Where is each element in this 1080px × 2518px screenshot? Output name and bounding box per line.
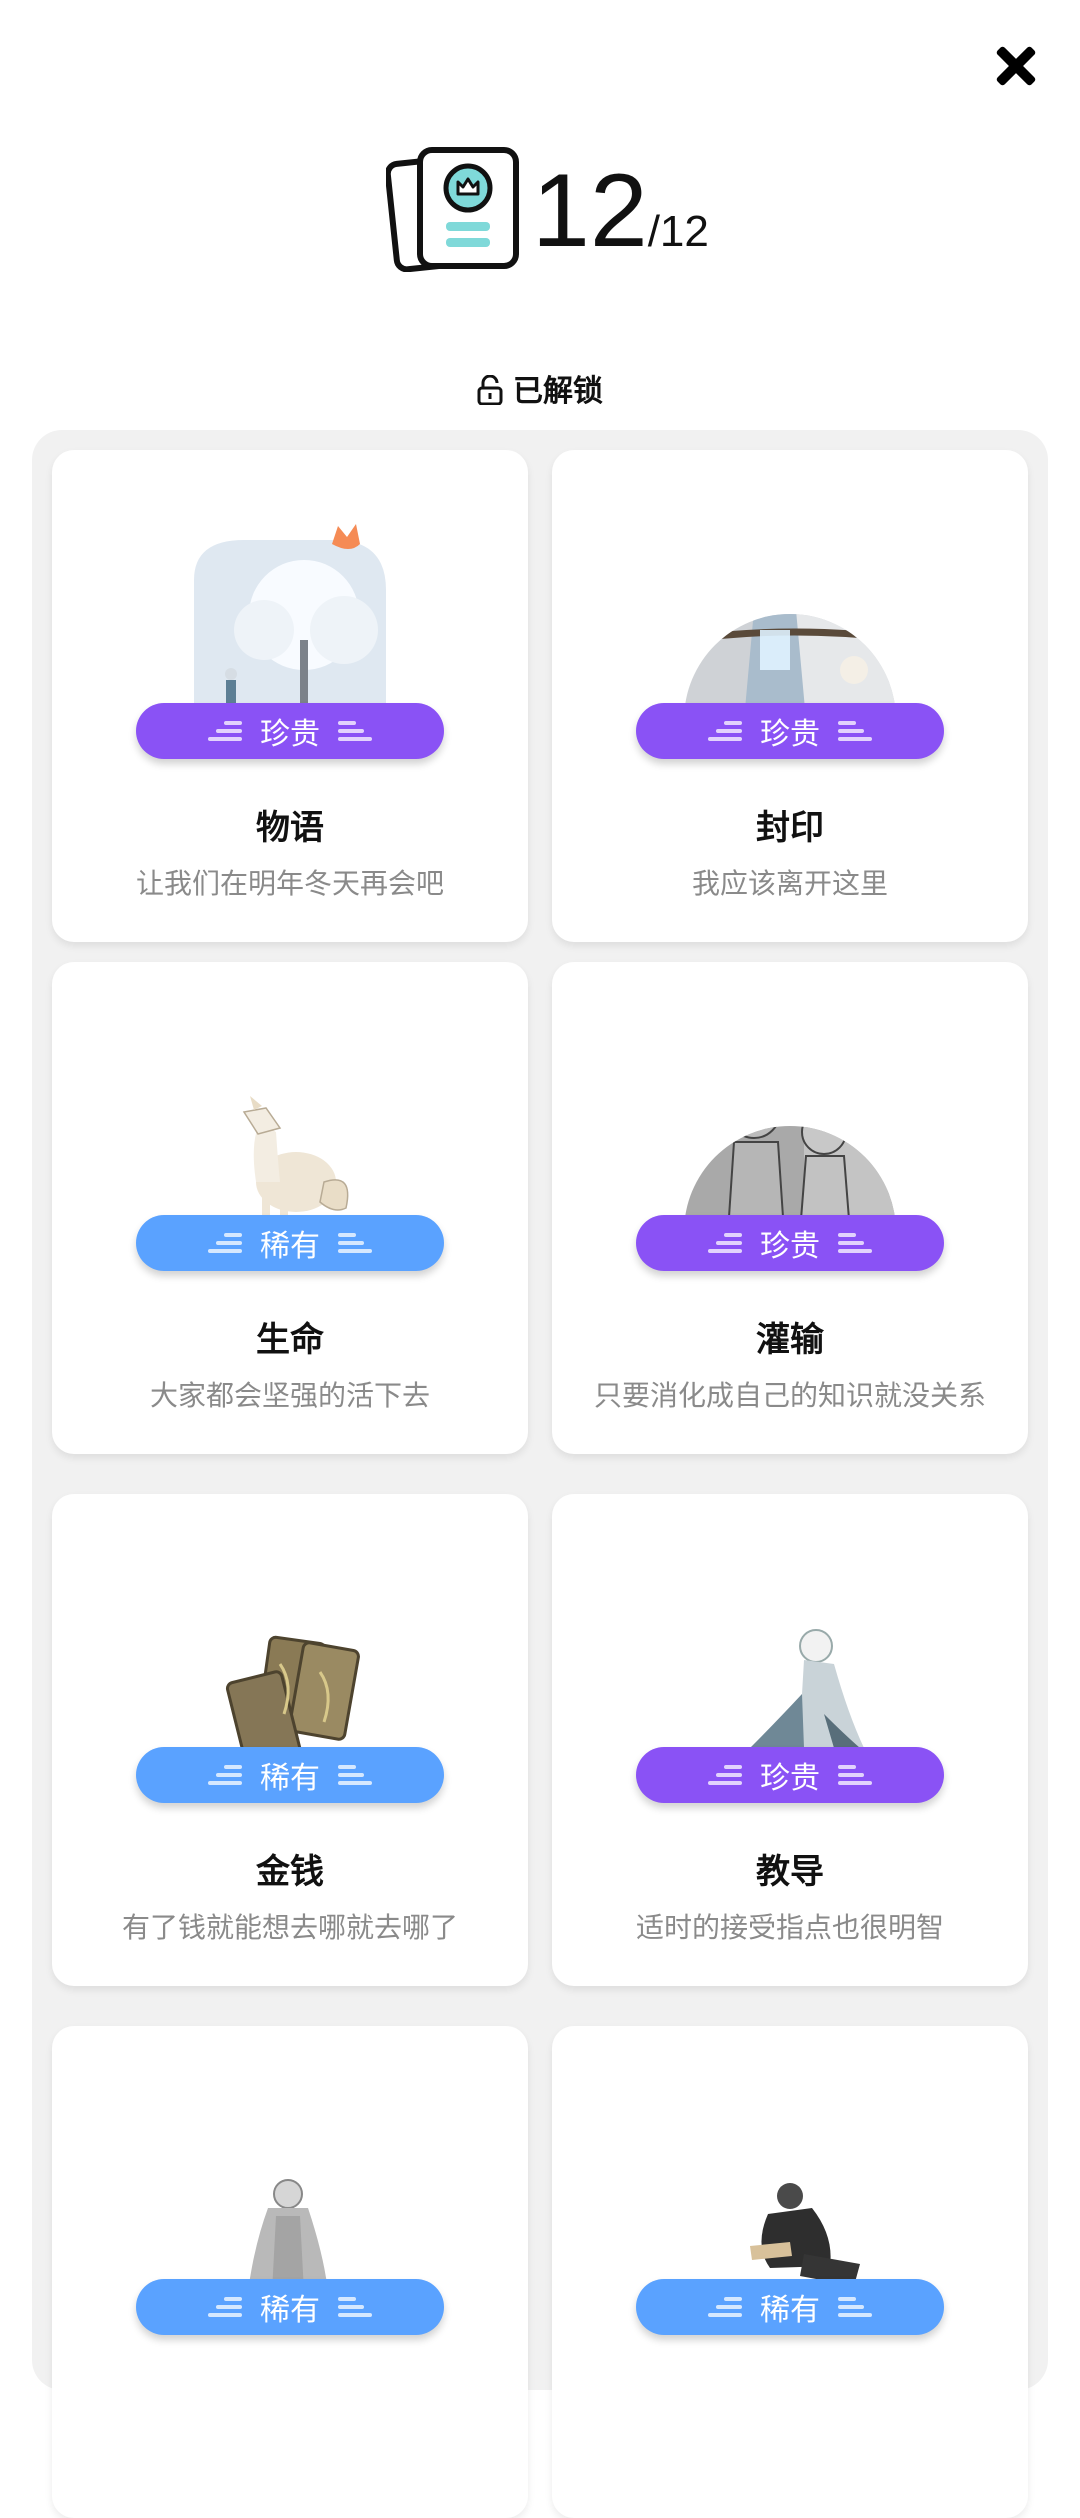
- rarity-badge: 珍贵: [636, 703, 944, 759]
- collection-card[interactable]: 稀有 生命 大家都会坚强的活下去: [52, 962, 528, 1454]
- sitting-figure-image: [750, 2183, 860, 2286]
- fox-image: [242, 1096, 349, 1216]
- gold-coins-image: [225, 1635, 360, 1764]
- rarity-badge: 珍贵: [136, 703, 444, 759]
- card-subtitle: 大家都会坚强的活下去: [149, 1379, 430, 1412]
- card-subtitle: 我应该离开这里: [691, 867, 888, 900]
- rarity-badge: 珍贵: [636, 1215, 944, 1271]
- rarity-label: 稀有: [260, 1761, 320, 1796]
- rarity-label: 稀有: [760, 2293, 820, 2328]
- collection-card[interactable]: 珍贵 教导 适时的接受指点也很明智: [552, 1494, 1028, 1986]
- total-count: /12: [647, 207, 709, 256]
- kneeling-figure-image: [750, 1629, 864, 1748]
- rarity-label: 珍贵: [760, 1761, 820, 1796]
- rarity-label: 稀有: [260, 1229, 320, 1264]
- card-title: 灌输: [756, 1320, 824, 1360]
- card-subtitle: 适时的接受指点也很明智: [635, 1911, 944, 1944]
- cards-panel: 珍贵 物语 让我们在明年冬天再会吧 珍贵 封印 我应该离开这里 稀有 生命 大家…: [32, 430, 1048, 2518]
- rarity-label: 珍贵: [760, 1229, 820, 1264]
- close-button[interactable]: [986, 36, 1046, 96]
- card-subtitle: 只要消化成自己的知识就没关系: [593, 1379, 986, 1412]
- section-title-text: 已解锁: [513, 374, 603, 409]
- rarity-badge: 稀有: [636, 2279, 944, 2335]
- rarity-label: 珍贵: [760, 717, 820, 752]
- section-heading: 已解锁: [0, 366, 1080, 410]
- collection-card[interactable]: 稀有: [52, 2026, 528, 2518]
- sketch-children-image: [684, 1126, 896, 1232]
- collection-card[interactable]: 稀有 金钱 有了钱就能想去哪就去哪了: [52, 1494, 528, 1986]
- card-title: 生命: [256, 1320, 324, 1360]
- collection-card[interactable]: 珍贵 封印 我应该离开这里: [552, 450, 1028, 942]
- card-subtitle: 有了钱就能想去哪就去哪了: [121, 1911, 458, 1944]
- seal-figure-image: [684, 614, 896, 720]
- card-title: 教导: [756, 1852, 824, 1892]
- rarity-badge: 稀有: [136, 1747, 444, 1803]
- collection-header: 12/12: [0, 136, 1080, 276]
- card-title: 封印: [756, 808, 824, 848]
- robed-figure-image: [248, 2179, 328, 2292]
- collection-card[interactable]: 珍贵 灌输 只要消化成自己的知识就没关系: [552, 962, 1028, 1454]
- rarity-label: 珍贵: [260, 717, 320, 752]
- rarity-badge: 珍贵: [636, 1747, 944, 1803]
- unlock-counter: 12/12: [532, 156, 709, 266]
- unlocked-count: 12: [532, 153, 648, 269]
- snow-tree-crown-image: [194, 524, 386, 720]
- card-title: 金钱: [256, 1852, 324, 1892]
- collection-card[interactable]: 珍贵 物语 让我们在明年冬天再会吧: [52, 450, 528, 942]
- rarity-label: 稀有: [260, 2293, 320, 2328]
- card-title: 物语: [256, 808, 324, 848]
- unlocked-padlock-icon: [477, 375, 503, 405]
- card-subtitle: 让我们在明年冬天再会吧: [135, 867, 444, 900]
- card-collection-icon: [386, 147, 519, 272]
- rarity-badge: 稀有: [136, 1215, 444, 1271]
- rarity-badge: 稀有: [136, 2279, 444, 2335]
- collection-card[interactable]: 稀有: [552, 2026, 1028, 2518]
